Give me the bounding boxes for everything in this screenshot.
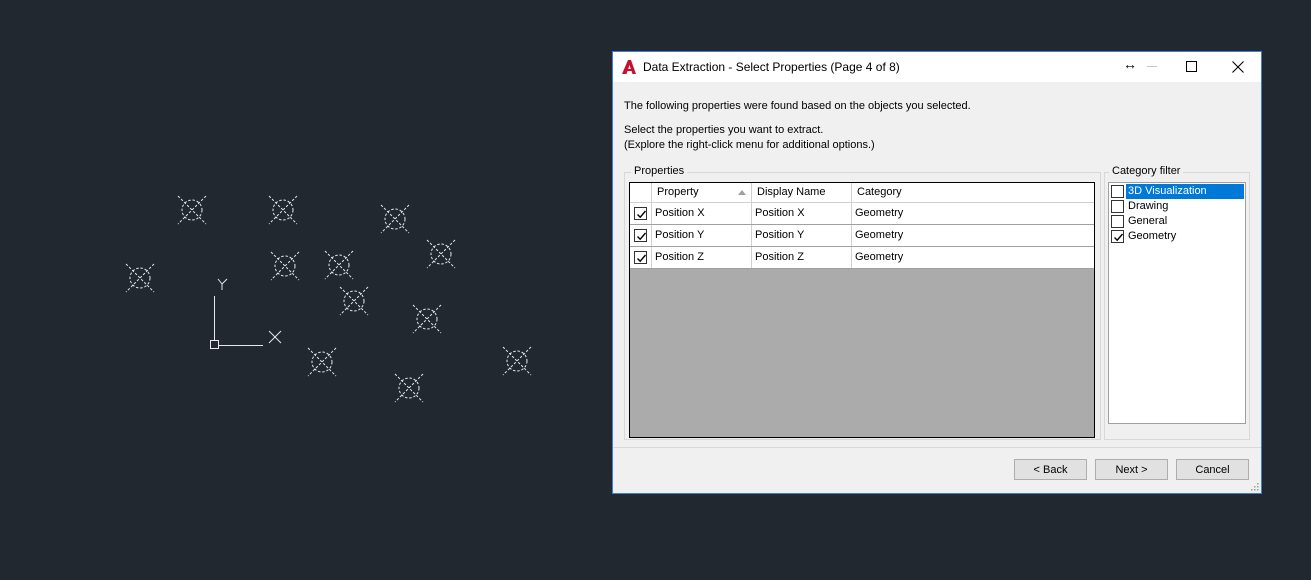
ucs-y-label <box>217 278 228 290</box>
category-filter-label: Category filter <box>1109 165 1184 177</box>
category-checkbox[interactable] <box>1111 215 1124 228</box>
resize-grip-icon[interactable] <box>1251 483 1259 491</box>
next-button[interactable]: Next > <box>1095 459 1168 480</box>
row-property: Position Y <box>652 225 752 246</box>
intro-text: The following properties were found base… <box>624 100 971 112</box>
sort-ascending-icon <box>738 190 746 195</box>
category-item-label: 3D Visualization <box>1126 184 1244 199</box>
point-marker[interactable] <box>307 347 337 377</box>
column-header-category-label: Category <box>857 186 902 198</box>
category-checkbox[interactable] <box>1111 230 1124 243</box>
category-item-label: General <box>1128 215 1168 227</box>
instruction-text: Select the properties you want to extrac… <box>624 124 824 136</box>
ucs-x-label <box>268 330 282 344</box>
column-header-category[interactable]: Category <box>852 183 1094 202</box>
category-item-label: Drawing <box>1128 200 1169 212</box>
point-marker[interactable] <box>324 250 354 280</box>
column-header-property-label: Property <box>657 186 699 198</box>
point-marker[interactable] <box>268 195 298 225</box>
category-item-geometry[interactable]: Geometry <box>1111 229 1244 244</box>
row-check-cell <box>630 203 652 224</box>
checkmark-icon <box>637 210 647 219</box>
row-display-name[interactable]: Position Y <box>752 225 852 246</box>
row-checkbox[interactable] <box>634 251 647 264</box>
row-display-name[interactable]: Position X <box>752 203 852 224</box>
row-category: Geometry <box>855 251 904 263</box>
point-marker[interactable] <box>270 251 300 281</box>
close-button[interactable] <box>1215 52 1261 82</box>
column-header-property[interactable]: Property <box>652 183 752 202</box>
dialog-title: Data Extraction - Select Properties (Pag… <box>643 60 900 74</box>
properties-group-label: Properties <box>631 165 688 177</box>
category-item-3d-visualization[interactable]: 3D Visualization <box>1111 184 1244 199</box>
row-property: Position X <box>652 203 752 224</box>
row-display-name[interactable]: Position Z <box>752 247 852 268</box>
point-marker[interactable] <box>412 304 442 334</box>
maximize-icon <box>1186 61 1197 72</box>
cancel-button[interactable]: Cancel <box>1176 459 1249 480</box>
point-marker[interactable] <box>502 346 532 376</box>
checkmark-icon <box>1114 233 1124 242</box>
category-item-drawing[interactable]: Drawing <box>1111 199 1244 214</box>
point-marker[interactable] <box>177 195 207 225</box>
point-marker[interactable] <box>339 286 369 316</box>
row-check-cell <box>630 247 652 268</box>
point-marker[interactable] <box>394 373 424 403</box>
table-row[interactable]: Position Z Position Z Geometry <box>630 247 1094 269</box>
data-extraction-dialog: Data Extraction - Select Properties (Pag… <box>612 51 1262 494</box>
table-row[interactable]: Position X Position X Geometry <box>630 203 1094 225</box>
footer-divider <box>613 447 1261 448</box>
row-check-cell <box>630 225 652 246</box>
minimize-icon <box>1147 66 1157 67</box>
category-item-general[interactable]: General <box>1111 214 1244 229</box>
autocad-logo-icon <box>622 60 636 74</box>
point-marker[interactable] <box>426 239 456 269</box>
row-property: Position Z <box>652 247 752 268</box>
category-item-label: Geometry <box>1128 230 1177 242</box>
maximize-button[interactable] <box>1169 52 1215 82</box>
category-checkbox[interactable] <box>1111 200 1124 213</box>
row-category: Geometry <box>855 229 904 241</box>
close-icon <box>1232 61 1244 73</box>
table-row[interactable]: Position Y Position Y Geometry <box>630 225 1094 247</box>
column-header-display-name-label: Display Name <box>757 186 826 198</box>
row-category: Geometry <box>855 207 904 219</box>
properties-grid-header: Property Display Name Category <box>630 183 1094 203</box>
properties-grid[interactable]: Property Display Name Category Position … <box>629 182 1095 438</box>
back-button[interactable]: < Back <box>1014 459 1087 480</box>
point-marker[interactable] <box>125 263 155 293</box>
header-check-column[interactable] <box>630 183 652 202</box>
resize-arrows-icon[interactable]: ↔ <box>1123 56 1137 72</box>
ucs-icon <box>210 278 282 349</box>
category-checkbox[interactable] <box>1111 185 1124 198</box>
column-header-display-name[interactable]: Display Name <box>752 183 852 202</box>
row-checkbox[interactable] <box>634 207 647 220</box>
row-checkbox[interactable] <box>634 229 647 242</box>
dialog-titlebar[interactable]: Data Extraction - Select Properties (Pag… <box>613 52 1261 82</box>
instruction-hint-text: (Explore the right-click menu for additi… <box>624 139 875 151</box>
category-filter-list[interactable]: 3D Visualization Drawing General Geometr… <box>1108 182 1246 424</box>
point-marker[interactable] <box>380 204 410 234</box>
checkmark-icon <box>637 232 647 241</box>
point-markers <box>125 195 532 403</box>
checkmark-icon <box>637 254 647 263</box>
